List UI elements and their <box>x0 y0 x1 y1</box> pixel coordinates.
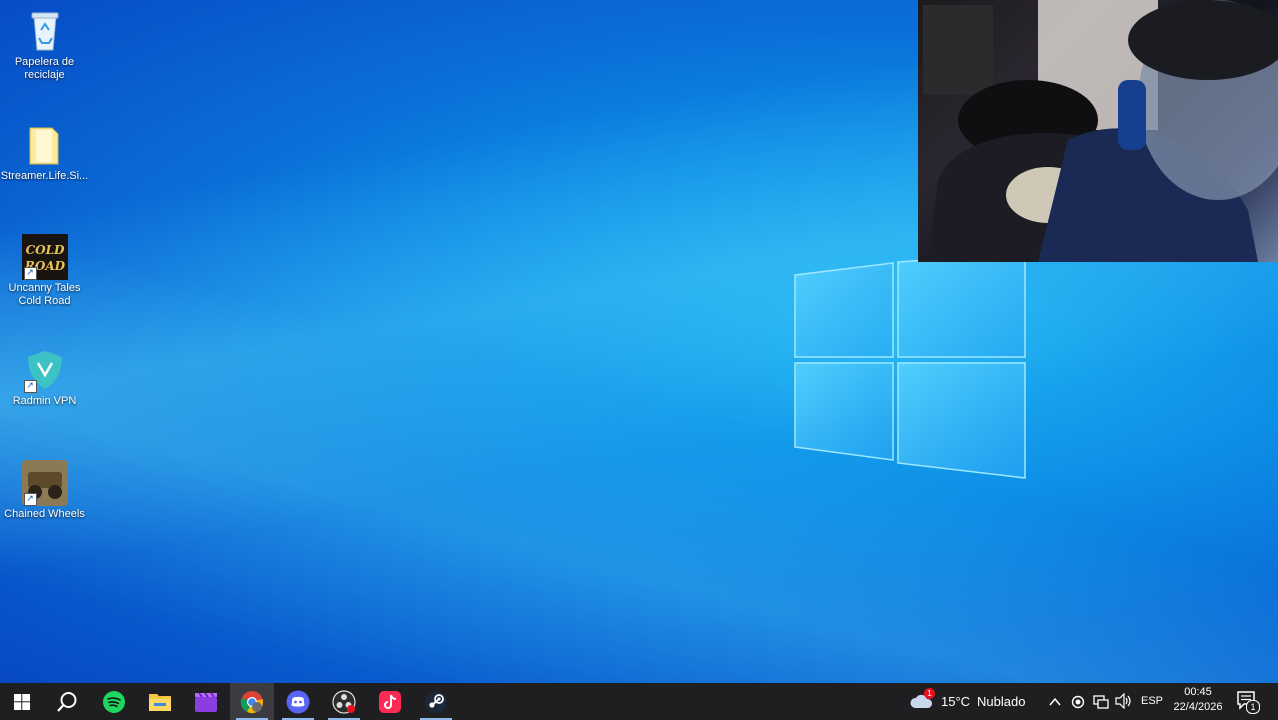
discord-icon <box>286 690 310 713</box>
shortcut-arrow-icon: ↗ <box>23 267 37 280</box>
folder-icon <box>149 693 171 711</box>
chained-wheels-icon: ↗ <box>21 460 68 506</box>
folder-icon <box>22 122 68 168</box>
taskbar-tiktok[interactable] <box>368 683 412 720</box>
weather-badge: 1 <box>924 688 935 699</box>
tray-volume-button[interactable] <box>1115 692 1133 713</box>
tray-network-button[interactable] <box>1093 694 1109 713</box>
webcam-overlay <box>918 0 1278 262</box>
steam-icon <box>425 690 447 713</box>
desktop-icon-label: Streamer.Life.Si... <box>0 170 89 182</box>
clock-time: 00:45 <box>1184 686 1212 698</box>
taskbar-chrome[interactable] <box>230 683 274 720</box>
game-cold-road-icon: COLD ROAD ↗ <box>21 234 68 280</box>
clock-button[interactable]: 00:45 22/4/2026 <box>1166 685 1230 718</box>
windows-start-icon <box>14 693 30 710</box>
spotify-icon <box>103 690 125 713</box>
notification-count-badge: 1 <box>1246 700 1260 714</box>
taskbar-file-explorer[interactable] <box>138 683 182 720</box>
chrome-icon <box>240 690 263 713</box>
desktop-icon-label: Papelera de reciclaje <box>14 56 75 81</box>
clapperboard-icon <box>195 692 217 712</box>
tray-location-button[interactable] <box>1071 694 1085 713</box>
shortcut-arrow-icon: ↗ <box>23 493 37 506</box>
taskbar-spotify[interactable] <box>92 683 136 720</box>
desktop-icon-recycle-bin[interactable]: Papelera de reciclaje <box>0 8 89 82</box>
desktop-icon-label: Radmin VPN <box>12 395 77 407</box>
desktop-background: Papelera de reciclaje Streamer.Life.Si..… <box>0 0 1278 683</box>
action-center-button[interactable]: 1 <box>1236 690 1264 714</box>
desktop-icon-label: Uncanny Tales Cold Road <box>8 282 81 307</box>
show-hidden-icons-button[interactable] <box>1048 694 1062 713</box>
taskbar: 1 15°C Nublado ESP 00:45 22/4/2026 1 <box>0 683 1278 720</box>
taskbar-obs[interactable] <box>322 683 366 720</box>
radmin-vpn-icon: ↗ <box>22 347 68 393</box>
desktop-icon-streamer-life-folder[interactable]: Streamer.Life.Si... <box>0 122 89 183</box>
desktop-icon-chained-wheels[interactable]: ↗ Chained Wheels <box>0 460 89 521</box>
chevron-up-icon <box>1049 697 1061 706</box>
language-indicator[interactable]: ESP <box>1141 695 1163 707</box>
start-button[interactable] <box>0 683 44 720</box>
windows-logo-wallpaper <box>794 255 1026 479</box>
weather-widget[interactable]: 1 <box>910 688 935 711</box>
recycle-bin-icon <box>22 8 68 54</box>
tiktok-icon <box>379 690 401 713</box>
desktop-icon-label: Chained Wheels <box>4 508 85 520</box>
clock-date: 22/4/2026 <box>1173 701 1223 713</box>
taskbar-discord[interactable] <box>276 683 320 720</box>
svg-text:COLD: COLD <box>25 243 64 257</box>
obs-icon <box>332 689 356 714</box>
weather-temperature[interactable]: 15°C <box>941 694 970 709</box>
search-button[interactable] <box>45 683 89 720</box>
network-icon <box>1093 695 1109 709</box>
desktop-icon-radmin-vpn[interactable]: ↗ Radmin VPN <box>0 347 89 408</box>
taskbar-steam[interactable] <box>414 683 458 720</box>
shortcut-arrow-icon: ↗ <box>23 380 37 393</box>
location-icon <box>1071 695 1085 709</box>
weather-condition[interactable]: Nublado <box>977 694 1025 709</box>
taskbar-video-editor[interactable] <box>184 683 228 720</box>
desktop-icon-uncanny-tales[interactable]: COLD ROAD ↗ Uncanny Tales Cold Road <box>0 234 89 308</box>
search-icon <box>57 691 77 712</box>
speaker-icon <box>1115 692 1131 710</box>
